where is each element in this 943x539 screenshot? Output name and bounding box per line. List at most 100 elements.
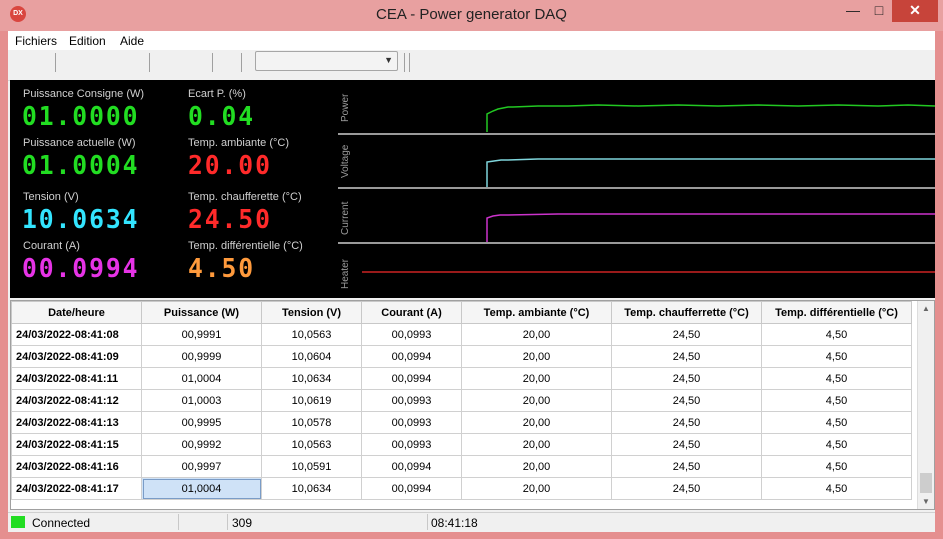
cell-puissance[interactable]: 01,0004 — [141, 367, 262, 390]
maximize-button[interactable]: □ — [866, 0, 892, 22]
cell-temp-chaufferette[interactable]: 24,50 — [611, 345, 762, 368]
cell-temp-differentielle[interactable]: 4,50 — [761, 477, 912, 500]
data-table[interactable]: Date/heure Puissance (W) Tension (V) Cou… — [10, 300, 935, 510]
cell-date[interactable]: 24/03/2022-08:41:08 — [11, 323, 142, 346]
puissance-actuelle-display: 01.0004 — [22, 151, 140, 181]
cell-temp-differentielle[interactable]: 4,50 — [761, 367, 912, 390]
cell-tension[interactable]: 10,0578 — [261, 411, 362, 434]
cell-temp-chaufferette[interactable]: 24,50 — [611, 367, 762, 390]
column-header-temp-ambiante[interactable]: Temp. ambiante (°C) — [461, 301, 612, 324]
cell-tension[interactable]: 10,0634 — [261, 367, 362, 390]
title-bar[interactable]: DX CEA - Power generator DAQ — □ ✕ — [0, 0, 943, 31]
cell-temp-ambiante[interactable]: 20,00 — [461, 433, 612, 456]
cell-temp-ambiante[interactable]: 20,00 — [461, 389, 612, 412]
ecart-p-display: 0.04 — [188, 102, 256, 132]
menu-aide[interactable]: Aide — [120, 34, 144, 48]
cell-date[interactable]: 24/03/2022-08:41:16 — [11, 455, 142, 478]
cell-temp-chaufferette[interactable]: 24,50 — [611, 389, 762, 412]
table-row[interactable]: 24/03/2022-08:41:17 01,0004 10,0634 00,0994… — [11, 477, 912, 500]
cell-temp-ambiante[interactable]: 20,00 — [461, 411, 612, 434]
table-row[interactable]: 24/03/2022-08:41:12 01,0003 10,0619 00,0993… — [11, 389, 912, 412]
table-row[interactable]: 24/03/2022-08:41:15 00,9992 10,0563 00,0993… — [11, 433, 912, 456]
cell-courant[interactable]: 00,0993 — [361, 411, 462, 434]
cell-date[interactable]: 24/03/2022-08:41:09 — [11, 345, 142, 368]
cell-courant[interactable]: 00,0994 — [361, 367, 462, 390]
cell-puissance[interactable]: 00,9999 — [141, 345, 262, 368]
window-title: CEA - Power generator DAQ — [376, 6, 567, 23]
scroll-thumb[interactable] — [920, 473, 932, 493]
cell-date[interactable]: 24/03/2022-08:41:15 — [11, 433, 142, 456]
cell-courant[interactable]: 00,0993 — [361, 389, 462, 412]
cell-temp-differentielle[interactable]: 4,50 — [761, 345, 912, 368]
cell-temp-differentielle[interactable]: 4,50 — [761, 455, 912, 478]
table-row[interactable]: 24/03/2022-08:41:16 00,9997 10,0591 00,0994… — [11, 455, 912, 478]
cell-puissance[interactable]: 00,9992 — [141, 433, 262, 456]
cell-tension[interactable]: 10,0634 — [261, 477, 362, 500]
column-header-temp-chaufferette[interactable]: Temp. chaufferrette (°C) — [611, 301, 762, 324]
cell-tension[interactable]: 10,0604 — [261, 345, 362, 368]
column-header-puissance[interactable]: Puissance (W) — [141, 301, 262, 324]
close-button[interactable]: ✕ — [892, 0, 938, 22]
column-header-date[interactable]: Date/heure — [11, 301, 142, 324]
table-row[interactable]: 24/03/2022-08:41:09 00,9999 10,0604 00,0994… — [11, 345, 912, 368]
scroll-up-icon[interactable]: ▲ — [922, 304, 930, 313]
client-area: Fichiers Edition Aide ▼ Puissance Consig… — [8, 31, 935, 532]
cell-temp-chaufferette[interactable]: 24,50 — [611, 477, 762, 500]
sample-count: 309 — [232, 516, 253, 530]
cell-tension[interactable]: 10,0591 — [261, 455, 362, 478]
cell-date[interactable]: 24/03/2022-08:41:11 — [11, 367, 142, 390]
puissance-consigne-label: Puissance Consigne (W) — [23, 88, 145, 100]
toolbar-separator — [149, 53, 150, 72]
cell-temp-differentielle[interactable]: 4,50 — [761, 323, 912, 346]
cell-tension[interactable]: 10,0563 — [261, 433, 362, 456]
connection-led-icon — [11, 516, 25, 528]
cell-temp-ambiante[interactable]: 20,00 — [461, 323, 612, 346]
cell-courant[interactable]: 00,0994 — [361, 455, 462, 478]
cell-date[interactable]: 24/03/2022-08:41:13 — [11, 411, 142, 434]
toolbar-separator — [241, 53, 242, 72]
vertical-scrollbar[interactable]: ▲ ▼ — [917, 301, 934, 509]
cell-temp-ambiante[interactable]: 20,00 — [461, 367, 612, 390]
cell-date[interactable]: 24/03/2022-08:41:12 — [11, 389, 142, 412]
cell-temp-differentielle[interactable]: 4,50 — [761, 389, 912, 412]
cell-courant[interactable]: 00,0993 — [361, 323, 462, 346]
cell-temp-chaufferette[interactable]: 24,50 — [611, 455, 762, 478]
cell-temp-differentielle[interactable]: 4,50 — [761, 433, 912, 456]
cell-courant[interactable]: 00,0993 — [361, 433, 462, 456]
cell-puissance[interactable]: 00,9995 — [141, 411, 262, 434]
ecart-p-label: Ecart P. (%) — [188, 88, 246, 100]
courant-display: 00.0994 — [22, 254, 140, 284]
cell-puissance[interactable]: 00,9997 — [141, 455, 262, 478]
source-select[interactable]: ▼ — [255, 51, 398, 71]
cell-courant[interactable]: 00,0994 — [361, 345, 462, 368]
cell-temp-chaufferette[interactable]: 24,50 — [611, 323, 762, 346]
table-row[interactable]: 24/03/2022-08:41:08 00,9991 10,0563 00,0993… — [11, 323, 912, 346]
cell-puissance[interactable]: 01,0004 — [141, 477, 262, 500]
cell-temp-ambiante[interactable]: 20,00 — [461, 345, 612, 368]
column-header-temp-differentielle[interactable]: Temp. différentielle (°C) — [761, 301, 912, 324]
cell-temp-ambiante[interactable]: 20,00 — [461, 477, 612, 500]
toolbar-separator — [404, 53, 405, 72]
minimize-button[interactable]: — — [840, 0, 866, 22]
menu-edition[interactable]: Edition — [69, 34, 106, 48]
voltage-graph: Voltage — [338, 135, 935, 189]
table-row[interactable]: 24/03/2022-08:41:13 00,9995 10,0578 00,0993… — [11, 411, 912, 434]
cell-courant[interactable]: 00,0994 — [361, 477, 462, 500]
cell-temp-differentielle[interactable]: 4,50 — [761, 411, 912, 434]
cell-puissance[interactable]: 01,0003 — [141, 389, 262, 412]
cell-tension[interactable]: 10,0619 — [261, 389, 362, 412]
cell-temp-ambiante[interactable]: 20,00 — [461, 455, 612, 478]
data-grid: Date/heure Puissance (W) Tension (V) Cou… — [11, 301, 912, 500]
cell-date[interactable]: 24/03/2022-08:41:17 — [11, 477, 142, 500]
cell-temp-chaufferette[interactable]: 24,50 — [611, 433, 762, 456]
column-header-courant[interactable]: Courant (A) — [361, 301, 462, 324]
status-time: 08:41:18 — [431, 516, 478, 530]
scroll-down-icon[interactable]: ▼ — [922, 497, 930, 506]
cell-puissance[interactable]: 00,9991 — [141, 323, 262, 346]
menu-fichiers[interactable]: Fichiers — [15, 34, 57, 48]
cell-tension[interactable]: 10,0563 — [261, 323, 362, 346]
table-row[interactable]: 24/03/2022-08:41:11 01,0004 10,0634 00,0994… — [11, 367, 912, 390]
column-header-tension[interactable]: Tension (V) — [261, 301, 362, 324]
status-bar: Connected 309 08:41:18 — [8, 512, 935, 532]
cell-temp-chaufferette[interactable]: 24,50 — [611, 411, 762, 434]
